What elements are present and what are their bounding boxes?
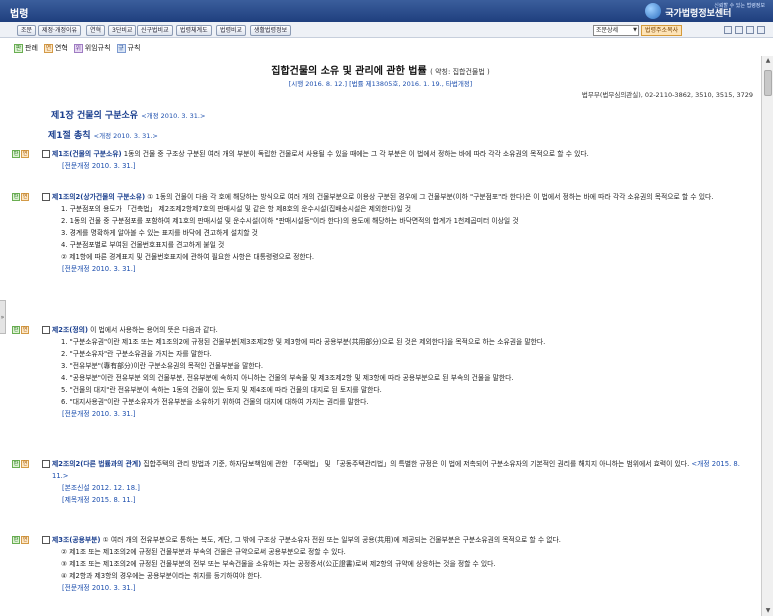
article-item: 2. "구분소유자"란 구분소유권을 가지는 자를 말한다.	[61, 350, 212, 358]
tab-history[interactable]: 연혁	[86, 25, 106, 36]
article-amend[interactable]: [전문개정 2010. 3. 31.]	[62, 582, 752, 594]
section-amend: <개정 2010. 3. 31.>	[93, 132, 158, 140]
section-heading: 제1절 총칙 <개정 2010. 3. 31.>	[48, 131, 158, 141]
view-mode-select[interactable]: 조문상세	[593, 25, 639, 36]
article-text: 집합주택의 관리 방법과 기준, 하자담보책임에 관한 「주택법」 및 「공동주…	[141, 460, 690, 468]
article-1-2: 판연 제1조의2(상가건물의 구분소유) ① 1동의 건물이 다음 각 호에 해…	[12, 191, 752, 275]
article-heading[interactable]: 제1조의2(상가건물의 구분소유)	[52, 193, 145, 201]
app-header: 법령 신뢰할 수 있는 법령정보 국가법령정보센터	[0, 0, 773, 22]
legend-precedent[interactable]: 판 판례	[14, 43, 38, 53]
scroll-up-icon[interactable]: ▲	[763, 56, 773, 66]
article-text: ① 1동의 건물이 다음 각 호에 해당하는 방식으로 여러 개의 건물부분으로…	[145, 193, 714, 201]
article-heading[interactable]: 제1조(건물의 구분소유)	[52, 150, 122, 158]
article-heading[interactable]: 제3조(공용부분)	[52, 536, 100, 544]
article-item: 4. "공용부분"이란 전유부분 외의 건물부분, 전유부분에 속하지 아니하는…	[61, 374, 514, 382]
article-checkbox[interactable]	[42, 150, 50, 158]
precedent-icon: 판	[14, 43, 23, 53]
rule-icon: 규	[116, 43, 126, 53]
article-heading[interactable]: 제2조(정의)	[52, 326, 88, 334]
tab-articles[interactable]: 조문	[17, 25, 37, 36]
copy-law-address-button[interactable]: 법령주소복사	[641, 25, 683, 36]
legend: 판 판례 연 연혁 위 위임규칙 규 규칙	[14, 42, 146, 54]
article-2-2: 판연 제2조의2(다른 법률과의 관계) 집합주택의 관리 방법과 기준, 하자…	[12, 458, 752, 506]
delegation-icon: 위	[73, 43, 83, 53]
article-text: 1동의 건물 중 구조상 구분된 여러 개의 부분이 독립한 건물로서 사용될 …	[121, 150, 589, 158]
chevron-right-icon: »	[0, 314, 5, 321]
site-logo[interactable]: 신뢰할 수 있는 법령정보 국가법령정보센터	[645, 2, 765, 20]
article-3: 판연 제3조(공용부분) ① 여러 개의 전유부분으로 통하는 복도, 계단, …	[12, 534, 752, 594]
article-item: 1. 구분점포의 용도가 「건축법」 제2조제2항제7호의 판매시설 및 같은 …	[61, 205, 411, 213]
article-item: 1. "구분소유권"이란 제1조 또는 제1조의2에 규정된 건물부분[제3조제…	[61, 338, 546, 346]
article-amend[interactable]: [전문개정 2010. 3. 31.]	[62, 160, 752, 172]
law-title: 집합건물의 소유 및 관리에 관한 법률 ( 약칭: 집합건물법 )	[271, 66, 490, 77]
article-heading[interactable]: 제2조의2(다른 법률과의 관계)	[52, 460, 141, 468]
article-item: 4. 구분점포별로 부여된 건물번호표지를 견고하게 붙일 것	[61, 241, 225, 249]
chapter-amend: <개정 2010. 3. 31.>	[141, 112, 206, 120]
article-checkbox[interactable]	[42, 326, 50, 334]
article-new-provision[interactable]: [본조신설 2012. 12. 18.]	[62, 482, 752, 494]
side-panel-toggle[interactable]: »	[0, 300, 6, 334]
precedent-icon[interactable]: 판	[12, 193, 20, 201]
history-icon[interactable]: 연	[21, 460, 29, 468]
law-abbreviation: ( 약칭: 집합건물법 )	[430, 68, 490, 76]
article-text: ① 여러 개의 전유부분으로 통하는 복도, 계단, 그 밖에 구조상 구분소유…	[100, 536, 561, 544]
history-icon[interactable]: 연	[21, 150, 29, 158]
precedent-icon[interactable]: 판	[12, 460, 20, 468]
print-icon[interactable]	[724, 26, 732, 34]
chapter-heading: 제1장 건물의 구분소유 <개정 2010. 3. 31.>	[51, 111, 206, 121]
article-paragraph: ② 제1항에 따른 경계표지 및 건물번호표지에 관하여 필요한 사항은 대통령…	[61, 253, 315, 261]
window-title: 법령	[10, 9, 29, 20]
department-contact: 법무부(법무심의관실), 02-2110-3862, 3510, 3515, 3…	[581, 91, 753, 99]
toolbar: 조문 제정·개정이유 연혁 3단비교 신구법비교 법령체계도 법령비교 생활법령…	[0, 22, 773, 38]
article-checkbox[interactable]	[42, 460, 50, 468]
article-text: 이 법에서 사용하는 용어의 뜻은 다음과 같다.	[87, 326, 218, 334]
history-icon[interactable]: 연	[21, 326, 29, 334]
article-paragraph: ④ 제2항과 제3항의 경우에는 공용부분이라는 취지를 등기하여야 한다.	[61, 572, 262, 580]
article-2: 판연 제2조(정의) 이 법에서 사용하는 용어의 뜻은 다음과 같다. 1. …	[12, 324, 752, 420]
precedent-icon[interactable]: 판	[12, 326, 20, 334]
scroll-thumb[interactable]	[764, 70, 772, 96]
enforcement-info[interactable]: [시행 2016. 8. 12.] [법률 제13805호, 2016. 1. …	[0, 78, 761, 88]
vertical-scrollbar[interactable]: ▲ ▼	[761, 56, 773, 616]
help-icon[interactable]	[757, 26, 765, 34]
article-item: 3. 경계를 명확하게 알아볼 수 있는 표지를 바닥에 견고하게 설치할 것	[61, 229, 258, 237]
article-1: 판연 제1조(건물의 구분소유) 1동의 건물 중 구조상 구분된 여러 개의 …	[12, 148, 752, 172]
print-preview-icon[interactable]	[746, 26, 754, 34]
article-item: 6. "대지사용권"이란 구분소유자가 전유부분을 소유하기 위하여 건물의 대…	[61, 398, 369, 406]
article-amend[interactable]: [전문개정 2010. 3. 31.]	[62, 263, 752, 275]
tab-living-law[interactable]: 생활법령정보	[250, 25, 292, 36]
save-icon[interactable]	[735, 26, 743, 34]
legend-history[interactable]: 연 연혁	[43, 43, 68, 53]
article-title-amend[interactable]: [제목개정 2015. 8. 11.]	[62, 494, 752, 506]
scroll-down-icon[interactable]: ▼	[763, 606, 773, 616]
tab-three-way-compare[interactable]: 3단비교	[108, 25, 137, 36]
article-paragraph: ② 제1조 또는 제1조의2에 규정된 건물부분과 부속의 건물은 규약으로써 …	[61, 548, 346, 556]
logo-title: 국가법령정보센터	[665, 9, 732, 19]
history-icon[interactable]: 연	[21, 536, 29, 544]
logo-emblem-icon	[645, 3, 662, 19]
article-item: 3. "전유부분"(專有部分)이란 구분소유권의 목적인 건물부분을 말한다.	[61, 362, 264, 370]
article-item: 2. 1동의 건물 중 구분점포를 포함하여 제1호의 판매시설 및 운수시설(…	[61, 217, 519, 225]
legend-rule[interactable]: 규 규칙	[116, 43, 140, 53]
article-paragraph: ③ 제1조 또는 제1조의2에 규정된 건물부분의 전부 또는 부속건물을 소유…	[61, 560, 496, 568]
article-item: 5. "건물의 대지"란 전유부분이 속하는 1동의 건물이 있는 토지 및 제…	[61, 386, 382, 394]
precedent-icon[interactable]: 판	[12, 150, 20, 158]
history-icon[interactable]: 연	[21, 193, 29, 201]
article-checkbox[interactable]	[42, 193, 50, 201]
article-checkbox[interactable]	[42, 536, 50, 544]
precedent-icon[interactable]: 판	[12, 536, 20, 544]
tab-law-compare[interactable]: 법령비교	[216, 25, 247, 36]
tab-law-structure[interactable]: 법령체계도	[176, 25, 212, 36]
law-document: 집합건물의 소유 및 관리에 관한 법률 ( 약칭: 집합건물법 ) [시행 2…	[0, 56, 761, 616]
article-amend[interactable]: [전문개정 2010. 3. 31.]	[62, 408, 752, 420]
tab-old-new-compare[interactable]: 신구법비교	[137, 25, 173, 36]
legend-delegated-rule[interactable]: 위 위임규칙	[73, 43, 111, 53]
history-icon: 연	[43, 43, 53, 53]
tab-enactment-reason[interactable]: 제정·개정이유	[38, 25, 82, 36]
